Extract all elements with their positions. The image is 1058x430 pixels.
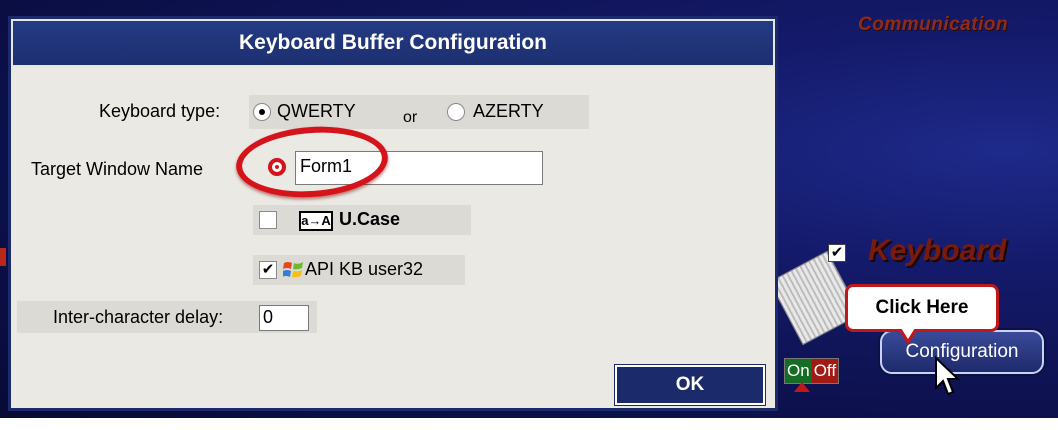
target-window-label: Target Window Name (31, 159, 204, 179)
keyboard-type-label: Keyboard type: (99, 101, 221, 121)
tooltip-tail-inner (901, 328, 915, 339)
target-radio-icon[interactable] (268, 158, 286, 176)
on-label[interactable]: On (785, 359, 812, 383)
ucase-icon: a→A (299, 211, 333, 231)
api-checkbox[interactable]: ✔ (259, 261, 277, 279)
delay-input[interactable]: 0 (259, 305, 309, 331)
azerty-radio-icon[interactable] (447, 103, 465, 121)
dialog-titlebar[interactable]: Keyboard Buffer Configuration (11, 19, 775, 67)
windows-logo-icon (283, 262, 303, 278)
keyboard-enable-checkbox[interactable]: ✔ (828, 244, 846, 262)
off-label[interactable]: Off (811, 359, 839, 383)
azerty-label[interactable]: AZERTY (473, 101, 544, 122)
cursor-arrow-icon (935, 356, 960, 396)
keyboard-buffer-dialog: Keyboard Buffer Configuration Keyboard t… (8, 16, 778, 411)
click-here-tooltip: Click Here (845, 284, 999, 332)
toggle-indicator-icon (794, 382, 810, 392)
ok-button[interactable]: OK (615, 365, 765, 405)
qwerty-label[interactable]: QWERTY (277, 101, 356, 122)
qwerty-radio-icon[interactable] (253, 103, 271, 121)
background-tab (0, 248, 6, 266)
ucase-checkbox[interactable] (259, 211, 277, 229)
keyboard-label: Keyboard (868, 234, 1007, 267)
app-title: Communication (858, 14, 1009, 35)
ucase-label[interactable]: U.Case (339, 209, 400, 230)
or-label: or (403, 109, 418, 126)
dialog-title: Keyboard Buffer Configuration (239, 31, 547, 54)
bottom-strip (0, 418, 1058, 430)
delay-label: Inter-character delay: (53, 307, 224, 327)
on-off-toggle[interactable]: On Off (784, 358, 840, 384)
api-label[interactable]: API KB user32 (305, 259, 423, 280)
